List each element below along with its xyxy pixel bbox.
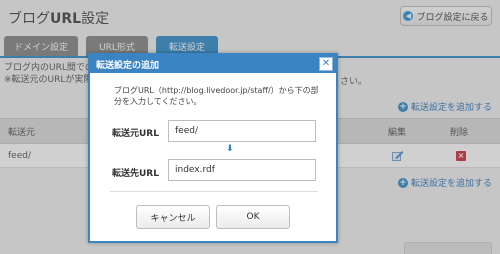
dialog-body: ブログURL（http://blog.livedoor.jp/staff/）から… [88,53,338,243]
source-url-input[interactable]: feed/ [168,120,316,142]
dest-url-value: index.rdf [175,165,215,175]
dialog-description: ブログURL（http://blog.livedoor.jp/staff/）から… [114,86,319,106]
cancel-button[interactable]: キャンセル [136,205,210,229]
arrow-down-icon: ⬇ [226,144,234,154]
ok-button-label: OK [246,212,260,222]
dest-url-label: 転送先URL [112,169,159,179]
source-url-value: feed/ [175,126,198,136]
cancel-button-label: キャンセル [150,213,196,224]
dest-url-input[interactable]: index.rdf [168,159,316,181]
source-url-label: 転送元URL [112,129,159,139]
dialog-separator [110,191,318,192]
ok-button[interactable]: OK [216,205,290,229]
